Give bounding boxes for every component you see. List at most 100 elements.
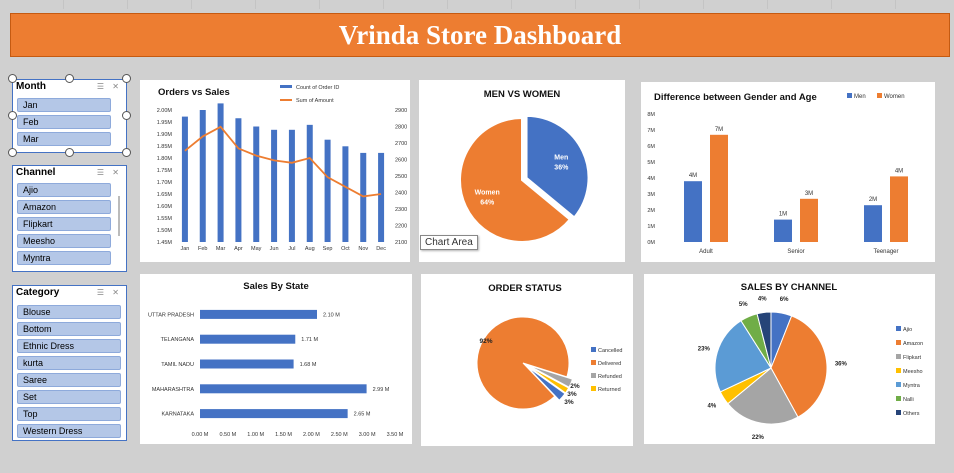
legend-label-orders: Count of Order ID	[296, 85, 339, 91]
legend-label-amount: Sum of Amount	[296, 98, 334, 104]
slicer-channel-item[interactable]: Meesho	[17, 234, 111, 248]
gender-age-bar	[710, 134, 728, 242]
selection-handle[interactable]	[65, 148, 74, 157]
slicer-category-item[interactable]: Bottom	[17, 322, 121, 336]
y-left-tick: 1.90M	[157, 132, 173, 138]
pie-value: 4%	[758, 297, 767, 303]
pie-value: 3%	[564, 399, 574, 406]
selection-handle[interactable]	[122, 148, 131, 157]
legend-swatch	[896, 368, 901, 373]
x-tick: Jan	[180, 246, 189, 252]
slicer-channel-item[interactable]: Ajio	[17, 183, 111, 197]
gender-age-svg: Difference between Gender and Age Men Wome…	[647, 92, 908, 255]
dashboard-title: Vrinda Store Dashboard	[10, 13, 950, 57]
slicer-category[interactable]: Category ☰ ✕ Blouse Bottom Ethnic Dress …	[12, 285, 127, 441]
y-tick: 8M	[647, 112, 655, 118]
slicer-month-item[interactable]: Feb	[17, 115, 111, 129]
y-right-tick: 2100	[395, 240, 407, 246]
legend-swatch	[877, 93, 882, 98]
slicer-channel-item[interactable]: Amazon	[17, 200, 111, 214]
y-right-tick: 2800	[395, 125, 407, 131]
orders-bar	[378, 152, 385, 242]
selection-handle[interactable]	[122, 74, 131, 83]
pie-label: Women	[475, 189, 500, 196]
slicer-filter-icons[interactable]: ☰ ✕	[97, 82, 122, 91]
gender-age-bar	[800, 198, 818, 242]
pie-value: 3%	[567, 391, 577, 398]
chart-title: ORDER STATUS	[488, 283, 562, 294]
slicer-category-item[interactable]: Set	[17, 390, 121, 404]
slicer-month[interactable]: Month ☰ ✕ Jan Feb Mar	[12, 79, 127, 153]
x-tick: 3.50 M	[387, 432, 404, 438]
orders-bar	[253, 126, 260, 242]
chart-title: Sales By State	[243, 281, 308, 292]
y-left-tick: 1.45M	[157, 240, 173, 246]
y-tick: 7M	[647, 128, 655, 134]
state-bar	[200, 309, 317, 319]
pie-value: 4%	[708, 404, 717, 410]
slicer-category-item[interactable]: Top	[17, 407, 121, 421]
chart-title: Difference between Gender and Age	[654, 92, 817, 103]
sheet-column-grid	[0, 0, 954, 9]
legend-swatch	[896, 326, 901, 331]
selection-handle[interactable]	[122, 111, 131, 120]
y-right-tick: 2300	[395, 207, 407, 213]
orders-bar	[342, 146, 349, 242]
y-left-tick: 1.95M	[157, 120, 173, 126]
x-tick: Nov	[358, 246, 368, 252]
bar-data-label: 4M	[895, 168, 903, 174]
orders-bar	[306, 124, 313, 242]
legend-label: Cancelled	[598, 348, 622, 354]
y-left-tick: 1.75M	[157, 168, 173, 174]
bar-data-label: 1.71 M	[301, 337, 318, 343]
bar-data-label: 2.10 M	[323, 312, 340, 318]
gender-age-bar	[774, 219, 792, 242]
y-tick: KARNATAKA	[162, 412, 195, 418]
legend-label: Ajio	[903, 327, 912, 333]
chart-order-status[interactable]: ORDER STATUS 3% 92% 3% 2% Cancelled Delivered R…	[421, 274, 633, 446]
selection-handle[interactable]	[8, 74, 17, 83]
chart-sales-by-channel[interactable]: SALES BY CHANNEL 6% 36% 22% 4% 23% 5% 4% Ajio Ama…	[644, 274, 935, 444]
y-left-tick: 1.80M	[157, 156, 173, 162]
chart-orders-vs-sales[interactable]: Orders vs Sales Count of Order ID Sum of A…	[140, 80, 410, 262]
slicer-category-item[interactable]: kurta	[17, 356, 121, 370]
slicer-month-item[interactable]: Mar	[17, 132, 111, 146]
slicer-category-item[interactable]: Ethnic Dress	[17, 339, 121, 353]
legend-swatch	[896, 410, 901, 415]
chart-gender-age[interactable]: Difference between Gender and Age Men Wome…	[641, 82, 935, 262]
orders-bar	[235, 118, 242, 242]
slicer-channel-item[interactable]: Flipkart	[17, 217, 111, 231]
y-right-tick: 2700	[395, 141, 407, 147]
order-status-svg: ORDER STATUS3%92%3%2%CancelledDeliveredR…	[476, 283, 622, 410]
slicer-channel-title: Channel	[16, 167, 56, 178]
chart-sales-by-state[interactable]: Sales By State UTTAR PRADESH 2.10 M TELANGA…	[140, 274, 412, 444]
x-tick: Aug	[305, 246, 315, 252]
slicer-scrollbar[interactable]	[118, 196, 120, 236]
slicer-filter-icons[interactable]: ☰ ✕	[97, 288, 122, 297]
x-tick: 0.50 M	[219, 432, 236, 438]
y-tick: 1M	[647, 224, 655, 230]
y-left-tick: 1.55M	[157, 216, 173, 222]
y-right-tick: 2900	[395, 108, 407, 114]
slicer-category-title: Category	[16, 287, 60, 298]
selection-handle[interactable]	[8, 148, 17, 157]
orders-bar	[288, 129, 295, 242]
legend-label: Others	[903, 411, 920, 417]
state-bar	[200, 334, 296, 344]
slicer-month-item[interactable]: Jan	[17, 98, 111, 112]
x-tick: Mar	[216, 246, 226, 252]
slicer-category-item[interactable]: Western Dress	[17, 424, 121, 438]
slicer-category-item[interactable]: Blouse	[17, 305, 121, 319]
y-left-tick: 1.70M	[157, 180, 173, 186]
slicer-filter-icons[interactable]: ☰ ✕	[97, 168, 122, 177]
x-tick: Jul	[288, 246, 295, 252]
pie-value: 92%	[479, 338, 492, 345]
selection-handle[interactable]	[65, 74, 74, 83]
legend-swatch	[896, 340, 901, 345]
legend-label: Men	[854, 94, 866, 100]
slicer-channel[interactable]: Channel ☰ ✕ Ajio Amazon Flipkart Meesho …	[12, 165, 127, 272]
slicer-channel-item[interactable]: Myntra	[17, 251, 111, 265]
selection-handle[interactable]	[8, 111, 17, 120]
slicer-category-item[interactable]: Saree	[17, 373, 121, 387]
bar-data-label: 4M	[689, 173, 697, 179]
